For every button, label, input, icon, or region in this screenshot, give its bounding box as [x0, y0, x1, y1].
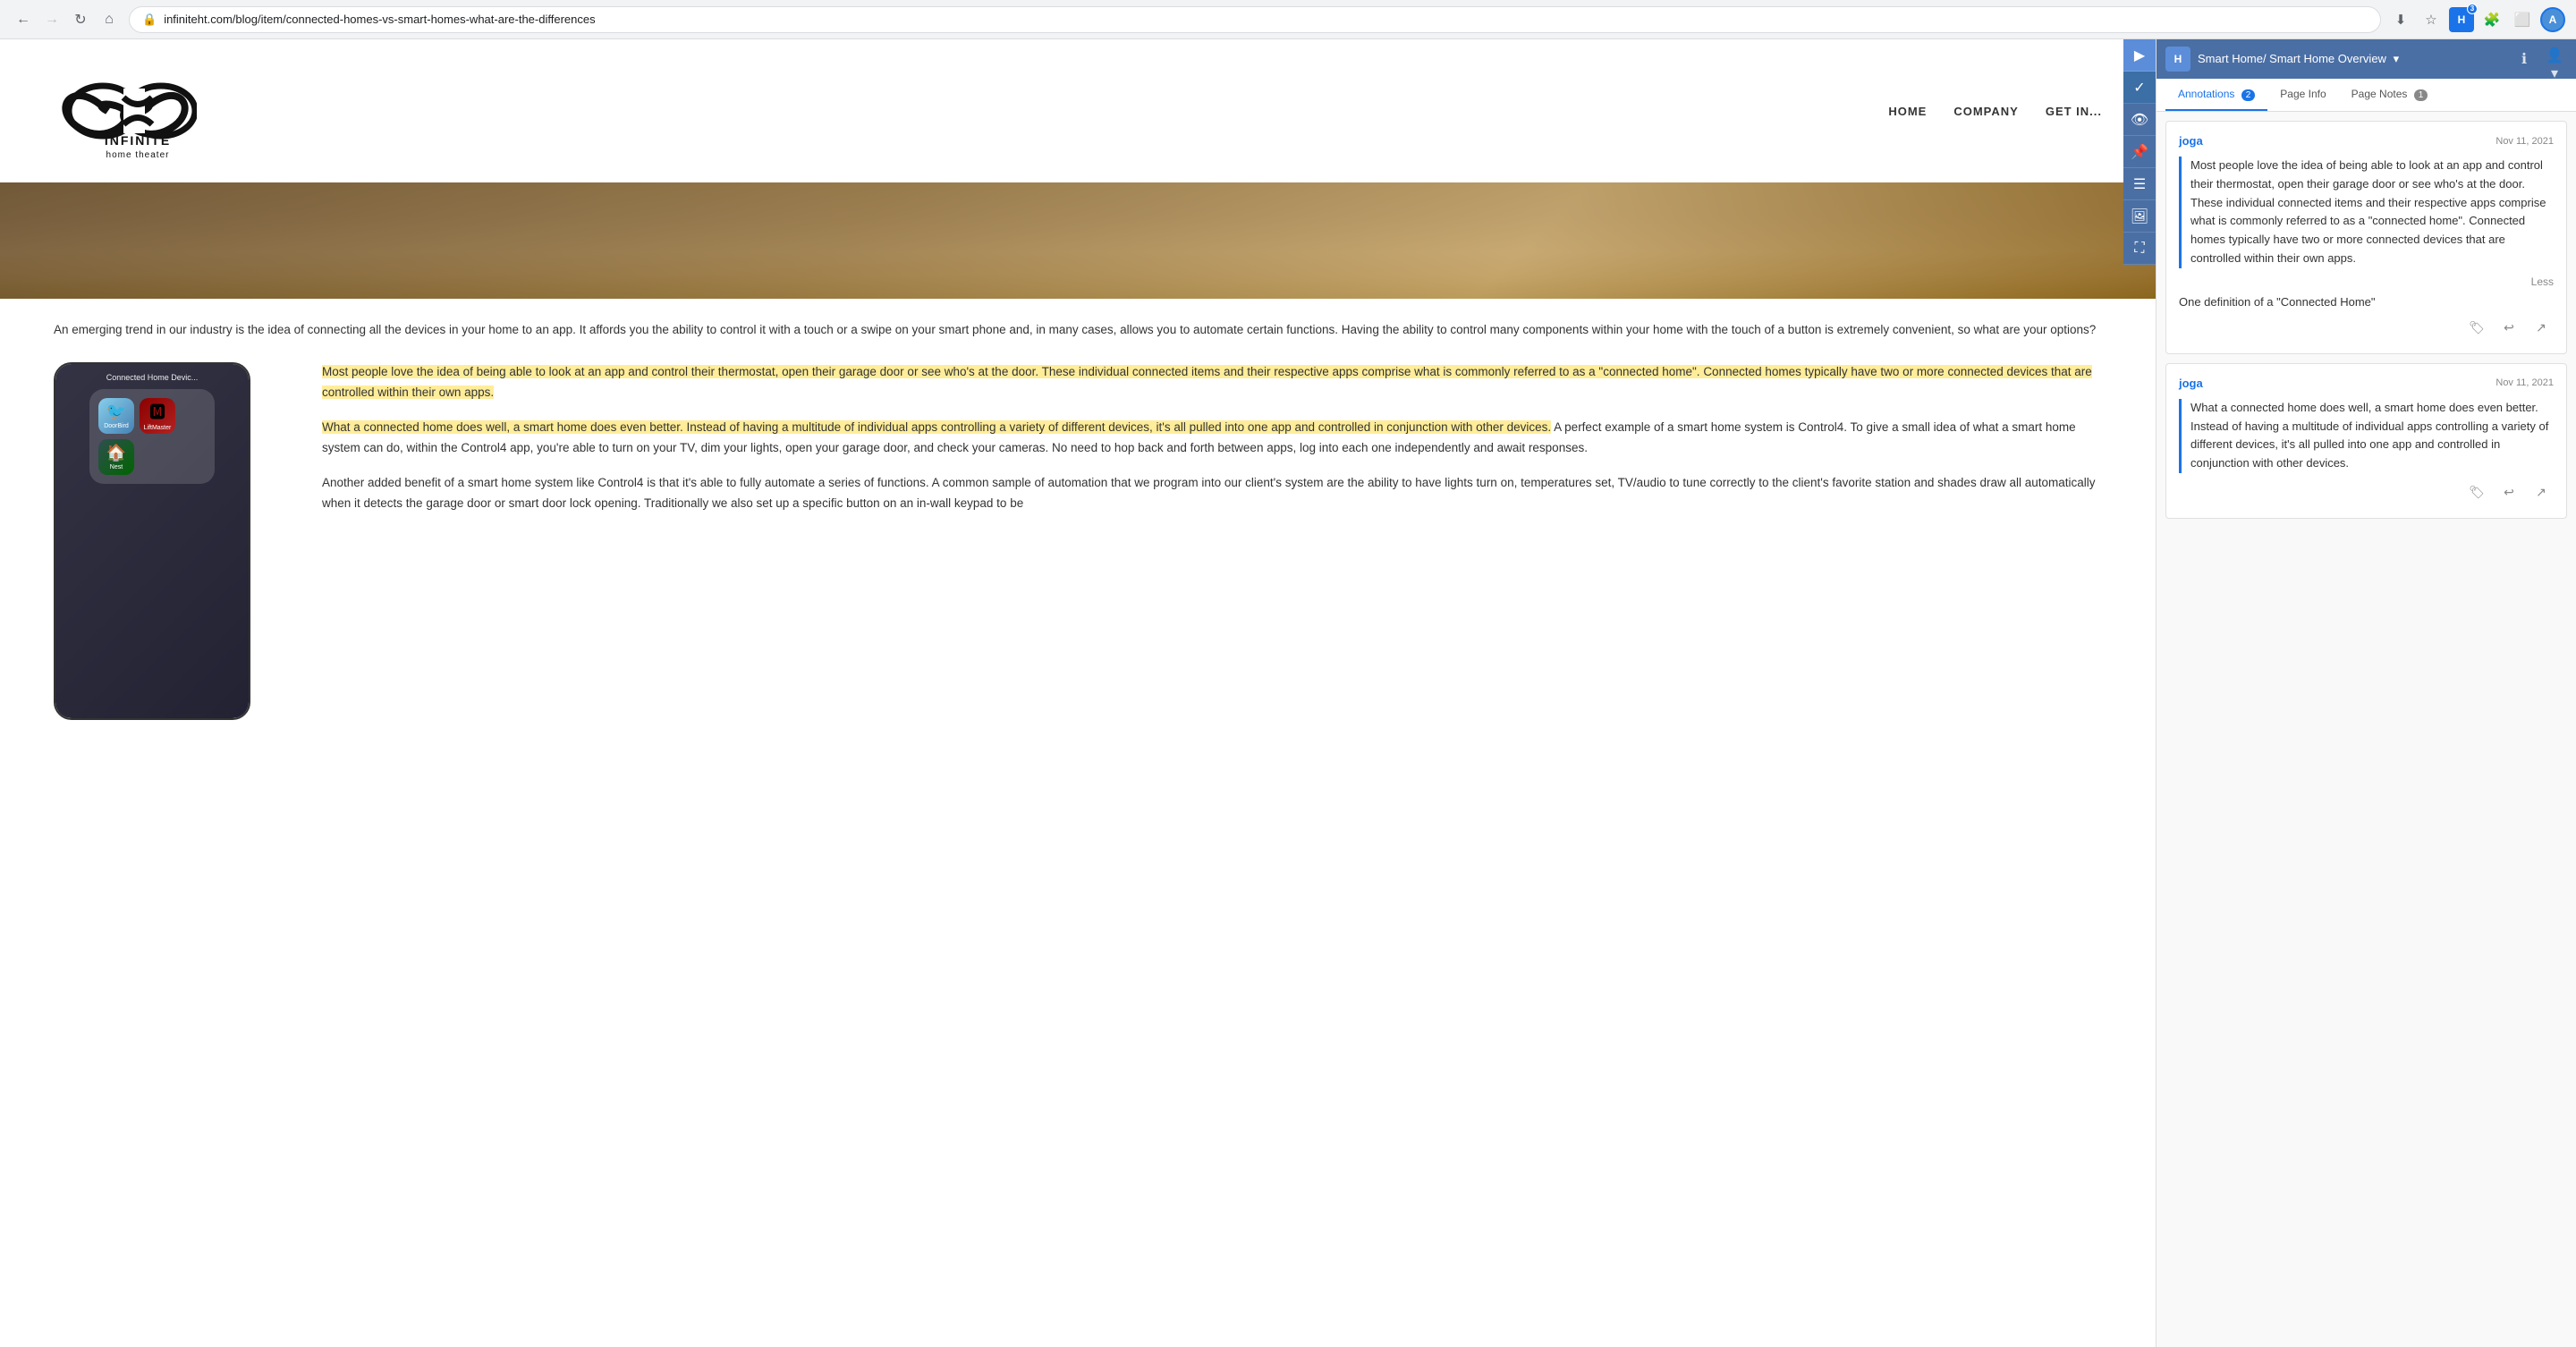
- nav-contact[interactable]: GET IN...: [2046, 105, 2102, 118]
- hypothesis-panel-toggle[interactable]: H: [2165, 47, 2190, 72]
- intro-section: An emerging trend in our industry is the…: [0, 299, 2156, 341]
- logo-svg: INFINITE home theater: [54, 57, 197, 165]
- browser-actions: ⬇ ☆ H 3 🧩 ⬜ A: [2388, 7, 2565, 32]
- back-button[interactable]: ←: [11, 7, 36, 32]
- extensions-button[interactable]: 🧩: [2479, 7, 2504, 32]
- doorbird-app-icon: 🐦 DoorBird: [98, 398, 134, 434]
- sidebar-icon-check[interactable]: ✓: [2123, 72, 2156, 104]
- panel-user-button[interactable]: 👤 ▾: [2542, 47, 2567, 72]
- liftmaster-app-icon: 🅼 LiftMaster: [140, 398, 175, 434]
- annotation-2-actions: 🏷 ↩ ↗: [2179, 480, 2554, 505]
- website-content: INFINITE home theater HOME COMPANY GET I…: [0, 39, 2156, 1347]
- annotation-1-header: joga Nov 11, 2021: [2179, 134, 2554, 148]
- download-button[interactable]: ⬇: [2388, 7, 2413, 32]
- sidebar-icon-list[interactable]: ☰: [2123, 168, 2156, 200]
- paragraph-1: Most people love the idea of being able …: [322, 362, 2102, 403]
- liftmaster-label: LiftMaster: [144, 425, 172, 431]
- sidebar-icon-image[interactable]: 🖼: [2123, 200, 2156, 233]
- annotation-1-reply-button[interactable]: ↩: [2496, 316, 2521, 341]
- sidebar-icon-expand[interactable]: ⛶: [2123, 233, 2156, 265]
- sidebar-icons: ▶ ✓ 👁 📌 ☰ 🖼 ⛶: [2123, 39, 2156, 265]
- annotation-2-user: joga: [2179, 377, 2203, 390]
- paragraph-3: Another added benefit of a smart home sy…: [322, 473, 2102, 514]
- hero-image: [0, 182, 2156, 299]
- sidebar-icon-pin[interactable]: 📌: [2123, 136, 2156, 168]
- profile-avatar[interactable]: A: [2540, 7, 2565, 32]
- tablet-button[interactable]: ⬜: [2510, 7, 2535, 32]
- annotation-1-tag-button[interactable]: 🏷: [2464, 316, 2489, 341]
- svg-text:home theater: home theater: [106, 150, 170, 160]
- nav-buttons: ← → ↻ ⌂: [11, 7, 122, 32]
- nest-app-icon: 🏠 Nest: [98, 439, 134, 475]
- browser-chrome: ← → ↻ ⌂ 🔒 infiniteht.com/blog/item/conne…: [0, 0, 2576, 39]
- annotation-1-less[interactable]: Less: [2179, 275, 2554, 288]
- annotation-1-actions: 🏷 ↩ ↗: [2179, 316, 2554, 341]
- phone-mockup: Connected Home Devic... 🐦 DoorBird 🅼 Lif…: [54, 362, 250, 720]
- forward-button[interactable]: →: [39, 7, 64, 32]
- annotation-2-header: joga Nov 11, 2021: [2179, 377, 2554, 390]
- annotations-tabs: Annotations 2 Page Info Page Notes 1: [2157, 79, 2576, 112]
- lock-icon: 🔒: [142, 13, 157, 27]
- annotation-1-ref: One definition of a "Connected Home": [2179, 295, 2554, 309]
- annotation-1-quote: Most people love the idea of being able …: [2179, 157, 2554, 268]
- sidebar-icon-arrow[interactable]: ▶: [2123, 39, 2156, 72]
- site-header: INFINITE home theater HOME COMPANY GET I…: [0, 39, 2156, 182]
- annotation-1-date: Nov 11, 2021: [2496, 136, 2554, 147]
- tab-page-info[interactable]: Page Info: [2267, 79, 2338, 111]
- annotation-card-2: joga Nov 11, 2021 What a connected home …: [2165, 363, 2567, 519]
- nav-home[interactable]: HOME: [1888, 105, 1927, 118]
- tab-page-notes[interactable]: Page Notes 1: [2339, 79, 2441, 111]
- annotations-count-badge: 2: [2241, 89, 2256, 101]
- app-folder: 🐦 DoorBird 🅼 LiftMaster 🏠 Nest: [89, 389, 215, 484]
- annotations-list: joga Nov 11, 2021 Most people love the i…: [2157, 112, 2576, 1347]
- sidebar-icon-eye[interactable]: 👁: [2123, 104, 2156, 136]
- content-with-image: Connected Home Devic... 🐦 DoorBird 🅼 Lif…: [0, 362, 2156, 720]
- annotation-2-tag-button[interactable]: 🏷: [2464, 480, 2489, 505]
- nest-label: Nest: [110, 464, 123, 470]
- site-nav: HOME COMPANY GET IN...: [1888, 105, 2102, 118]
- phone-screen: Connected Home Devic... 🐦 DoorBird 🅼 Lif…: [55, 364, 249, 718]
- tab-annotations[interactable]: Annotations 2: [2165, 79, 2267, 111]
- panel-title: Smart Home/ Smart Home Overview ▾: [2198, 52, 2504, 66]
- bookmark-button[interactable]: ☆: [2419, 7, 2444, 32]
- svg-text:INFINITE: INFINITE: [105, 133, 171, 148]
- annotation-2-quote: What a connected home does well, a smart…: [2179, 399, 2554, 473]
- intro-paragraph: An emerging trend in our industry is the…: [54, 320, 2102, 341]
- panel-toolbar-actions: ℹ 👤 ▾: [2512, 47, 2567, 72]
- refresh-button[interactable]: ↻: [68, 7, 93, 32]
- page-notes-count-badge: 1: [2414, 89, 2428, 101]
- paragraph-1-highlighted: Most people love the idea of being able …: [322, 365, 2092, 399]
- nav-company[interactable]: COMPANY: [1953, 105, 2018, 118]
- paragraph-2-highlighted: What a connected home does well, a smart…: [322, 420, 1551, 434]
- logo-area: INFINITE home theater: [54, 57, 197, 165]
- annotation-1-user: joga: [2179, 134, 2203, 148]
- doorbird-label: DoorBird: [104, 423, 129, 429]
- annotation-1-share-button[interactable]: ↗: [2529, 316, 2554, 341]
- annotations-panel: H Smart Home/ Smart Home Overview ▾ ℹ 👤 …: [2156, 39, 2576, 1347]
- phone-label: Connected Home Devic...: [106, 373, 199, 382]
- extension-badge: 3: [2467, 4, 2478, 14]
- article-image: Connected Home Devic... 🐦 DoorBird 🅼 Lif…: [54, 362, 268, 720]
- paragraph-2: What a connected home does well, a smart…: [322, 418, 2102, 459]
- main-layout: INFINITE home theater HOME COMPANY GET I…: [0, 39, 2576, 1347]
- annotation-card-1: joga Nov 11, 2021 Most people love the i…: [2165, 121, 2567, 354]
- annotation-2-date: Nov 11, 2021: [2496, 377, 2554, 388]
- article-text: Most people love the idea of being able …: [322, 362, 2102, 720]
- hypothesis-extension[interactable]: H 3: [2449, 7, 2474, 32]
- panel-info-button[interactable]: ℹ: [2512, 47, 2537, 72]
- annotation-2-reply-button[interactable]: ↩: [2496, 480, 2521, 505]
- annotation-2-share-button[interactable]: ↗: [2529, 480, 2554, 505]
- panel-toolbar: H Smart Home/ Smart Home Overview ▾ ℹ 👤 …: [2157, 39, 2576, 79]
- hero-overlay: [0, 182, 2156, 299]
- address-bar[interactable]: 🔒 infiniteht.com/blog/item/connected-hom…: [129, 6, 2381, 33]
- home-button[interactable]: ⌂: [97, 7, 122, 32]
- url-text: infiniteht.com/blog/item/connected-homes…: [164, 13, 2368, 26]
